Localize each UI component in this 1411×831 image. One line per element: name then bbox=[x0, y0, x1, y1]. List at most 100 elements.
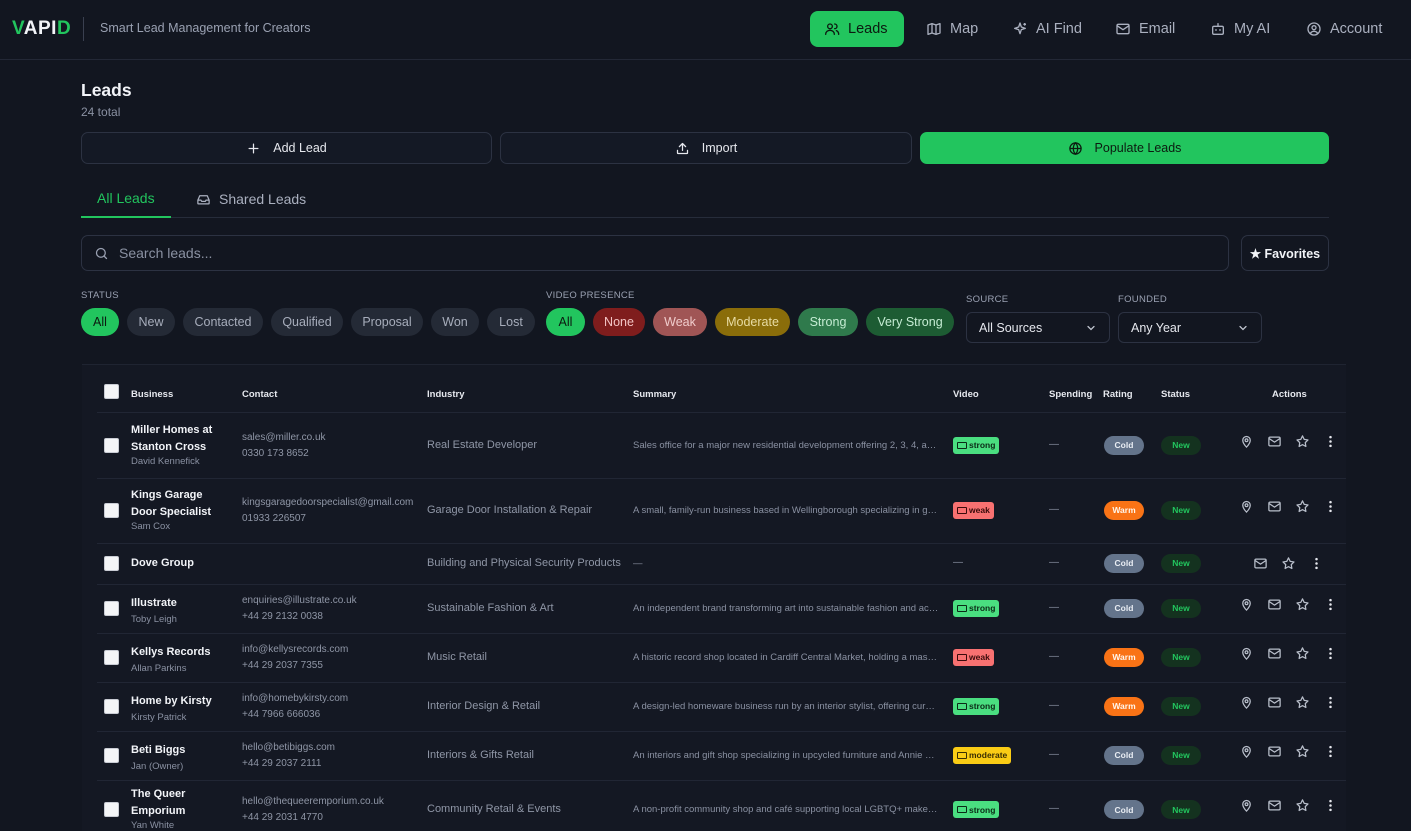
mail-icon[interactable] bbox=[1267, 597, 1282, 612]
more-options-icon[interactable] bbox=[1323, 499, 1338, 514]
contact-email[interactable]: hello@betibiggs.com bbox=[242, 742, 335, 753]
app-logo[interactable]: VAPID bbox=[12, 18, 71, 40]
row-checkbox[interactable] bbox=[104, 649, 119, 665]
search-input[interactable] bbox=[119, 245, 1209, 261]
status-filter-won[interactable]: Won bbox=[431, 308, 479, 336]
video-filter-very-strong[interactable]: Very Strong bbox=[866, 308, 954, 336]
star-icon[interactable] bbox=[1295, 597, 1310, 612]
tab-shared-leads[interactable]: Shared Leads bbox=[180, 180, 322, 218]
video-filter-strong[interactable]: Strong bbox=[798, 308, 858, 336]
more-options-icon[interactable] bbox=[1323, 744, 1338, 759]
row-checkbox[interactable] bbox=[104, 502, 119, 518]
header-row-divider bbox=[97, 412, 1346, 413]
contact-email[interactable]: info@kellysrecords.com bbox=[242, 644, 348, 655]
row-checkbox[interactable] bbox=[104, 437, 119, 453]
tab-all-leads[interactable]: All Leads bbox=[81, 180, 171, 218]
mail-icon[interactable] bbox=[1267, 695, 1282, 710]
contact-phone: +44 29 2132 0038 bbox=[242, 610, 323, 622]
mail-icon[interactable] bbox=[1267, 499, 1282, 514]
add-lead-label: Add Lead bbox=[273, 141, 327, 155]
status-badge: New bbox=[1161, 800, 1201, 819]
nav-my-ai[interactable]: My AI bbox=[1196, 11, 1284, 47]
star-icon[interactable] bbox=[1295, 646, 1310, 661]
map-pin-icon[interactable] bbox=[1239, 744, 1254, 759]
star-icon[interactable] bbox=[1281, 556, 1296, 571]
map-pin-icon[interactable] bbox=[1239, 695, 1254, 710]
status-filter-label: STATUS bbox=[81, 290, 119, 301]
founded-select[interactable]: Any Year bbox=[1118, 312, 1262, 343]
mail-icon[interactable] bbox=[1267, 798, 1282, 813]
business-name[interactable]: Beti Biggs bbox=[131, 742, 231, 759]
rating-badge: Cold bbox=[1104, 435, 1144, 455]
more-options-icon[interactable] bbox=[1323, 695, 1338, 710]
video-filter-moderate[interactable]: Moderate bbox=[715, 308, 790, 336]
import-button[interactable]: Import bbox=[500, 132, 912, 164]
map-pin-icon[interactable] bbox=[1239, 434, 1254, 449]
business-name[interactable]: Kellys Records bbox=[131, 644, 231, 661]
mail-icon[interactable] bbox=[1267, 744, 1282, 759]
business-name[interactable]: The Queer Emporium bbox=[131, 786, 231, 820]
nav-leads[interactable]: Leads bbox=[810, 11, 904, 47]
row-checkbox[interactable] bbox=[104, 555, 119, 571]
star-icon[interactable] bbox=[1295, 744, 1310, 759]
upload-icon bbox=[675, 141, 690, 156]
contact-email[interactable]: sales@miller.co.uk bbox=[242, 432, 326, 443]
status-filter-new[interactable]: New bbox=[127, 308, 175, 336]
row-checkbox[interactable] bbox=[104, 600, 119, 616]
star-icon[interactable] bbox=[1295, 695, 1310, 710]
status-filter-contacted[interactable]: Contacted bbox=[183, 308, 263, 336]
row-checkbox[interactable] bbox=[104, 747, 119, 763]
row-divider bbox=[97, 543, 1346, 544]
more-options-icon[interactable] bbox=[1323, 646, 1338, 661]
video-camera-icon bbox=[957, 604, 967, 612]
map-pin-icon[interactable] bbox=[1239, 798, 1254, 813]
business-name[interactable]: Home by Kirsty bbox=[131, 693, 231, 710]
contact-person: Jan (Owner) bbox=[131, 760, 184, 772]
map-pin-icon[interactable] bbox=[1239, 499, 1254, 514]
more-options-icon[interactable] bbox=[1323, 597, 1338, 612]
status-filter-qualified[interactable]: Qualified bbox=[271, 308, 343, 336]
business-name[interactable]: Illustrate bbox=[131, 595, 231, 612]
logo-letter-d: D bbox=[56, 18, 72, 39]
mail-icon[interactable] bbox=[1267, 646, 1282, 661]
contact-phone: +44 29 2037 7355 bbox=[242, 659, 323, 671]
map-pin-icon[interactable] bbox=[1239, 597, 1254, 612]
add-lead-button[interactable]: Add Lead bbox=[81, 132, 492, 164]
populate-leads-button[interactable]: Populate Leads bbox=[920, 132, 1329, 164]
video-filter-all[interactable]: All bbox=[546, 308, 585, 336]
business-name[interactable]: Miller Homes at Stanton Cross bbox=[131, 422, 231, 456]
contact-email[interactable]: hello@thequeeremporium.co.uk bbox=[242, 796, 384, 807]
column-header-rating: Rating bbox=[1103, 389, 1133, 400]
mail-icon[interactable] bbox=[1267, 434, 1282, 449]
business-name[interactable]: Kings Garage Door Specialist bbox=[131, 487, 231, 521]
select-all-checkbox[interactable] bbox=[104, 384, 119, 399]
more-options-icon[interactable] bbox=[1323, 434, 1338, 449]
nav-account[interactable]: Account bbox=[1292, 11, 1396, 47]
row-checkbox[interactable] bbox=[104, 698, 119, 714]
nav-map[interactable]: Map bbox=[912, 11, 992, 47]
contact-email[interactable]: kingsgaragedoorspecialist@gmail.com bbox=[242, 497, 413, 508]
row-checkbox[interactable] bbox=[104, 802, 119, 817]
more-options-icon[interactable] bbox=[1309, 556, 1324, 571]
star-icon[interactable] bbox=[1295, 434, 1310, 449]
video-filter-weak[interactable]: Weak bbox=[653, 308, 707, 336]
contact-email[interactable]: enquiries@illustrate.co.uk bbox=[242, 595, 357, 606]
contact-email[interactable]: info@homebykirsty.com bbox=[242, 693, 348, 704]
nav-ai-find[interactable]: AI Find bbox=[998, 11, 1096, 47]
more-options-icon[interactable] bbox=[1323, 798, 1338, 813]
star-icon[interactable] bbox=[1295, 499, 1310, 514]
status-filter-proposal[interactable]: Proposal bbox=[351, 308, 423, 336]
business-name[interactable]: Dove Group bbox=[131, 555, 231, 572]
source-select[interactable]: All Sources bbox=[966, 312, 1110, 343]
favorites-button[interactable]: ★ Favorites bbox=[1241, 235, 1329, 271]
column-header-summary: Summary bbox=[633, 389, 677, 400]
nav-email[interactable]: Email bbox=[1101, 11, 1189, 47]
contact-person: Yan White bbox=[131, 820, 175, 831]
map-pin-icon[interactable] bbox=[1239, 646, 1254, 661]
mail-icon[interactable] bbox=[1253, 556, 1268, 571]
status-filter-lost[interactable]: Lost bbox=[487, 308, 535, 336]
video-filter-none[interactable]: None bbox=[593, 308, 645, 336]
status-filter-all[interactable]: All bbox=[81, 308, 119, 336]
row-divider bbox=[97, 584, 1346, 585]
star-icon[interactable] bbox=[1295, 798, 1310, 813]
